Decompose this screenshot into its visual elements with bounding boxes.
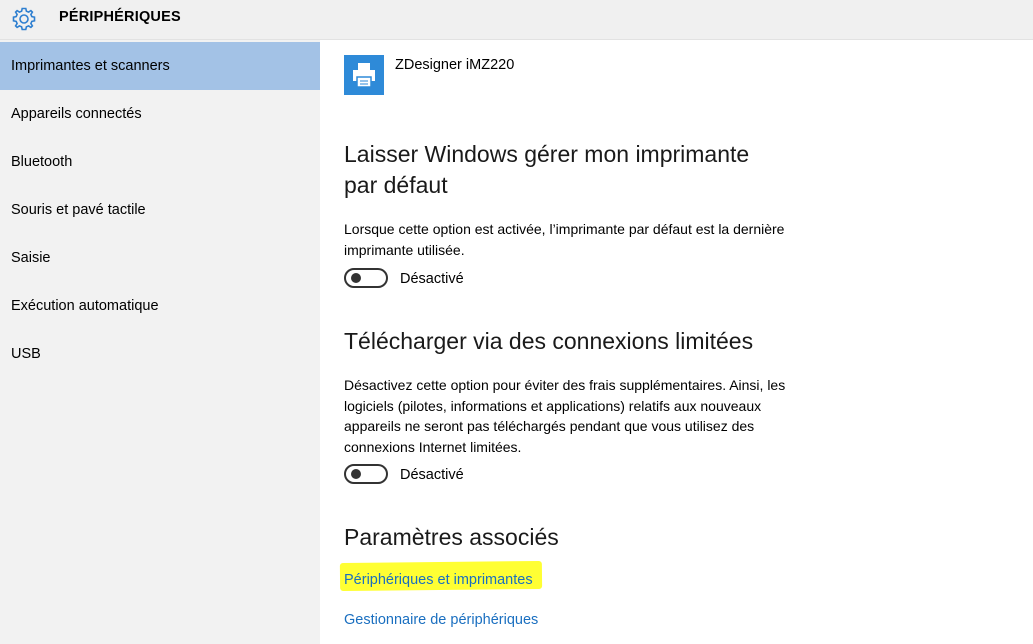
default-printer-toggle-state: Désactivé — [400, 271, 464, 287]
toggle-knob — [351, 273, 361, 283]
sidebar-item-label: Imprimantes et scanners — [11, 58, 170, 74]
metered-connection-toggle-state: Désactivé — [400, 467, 464, 483]
app-header: PÉRIPHÉRIQUES — [0, 0, 1033, 40]
toggle-knob — [351, 469, 361, 479]
sidebar-item-label: Souris et pavé tactile — [11, 202, 146, 218]
sidebar-item-connected-devices[interactable]: Appareils connectés — [0, 90, 320, 138]
devices-printers-link[interactable]: Périphériques et imprimantes — [344, 572, 533, 588]
metered-connection-toggle[interactable] — [344, 464, 388, 484]
printer-name[interactable]: ZDesigner iMZ220 — [395, 57, 514, 73]
sidebar-item-typing[interactable]: Saisie — [0, 234, 320, 282]
sidebar-item-mouse-touchpad[interactable]: Souris et pavé tactile — [0, 186, 320, 234]
sidebar-item-bluetooth[interactable]: Bluetooth — [0, 138, 320, 186]
printer-icon[interactable] — [344, 55, 384, 95]
page-title: PÉRIPHÉRIQUES — [59, 9, 181, 25]
metered-connection-description: Désactivez cette option pour éviter des … — [344, 377, 786, 455]
sidebar-item-label: Appareils connectés — [11, 106, 142, 122]
related-settings-heading: Paramètres associés — [344, 524, 559, 550]
device-manager-link[interactable]: Gestionnaire de périphériques — [344, 612, 538, 628]
sidebar-item-printers-scanners[interactable]: Imprimantes et scanners — [0, 42, 320, 90]
sidebar: Imprimantes et scanners Appareils connec… — [0, 40, 320, 644]
metered-connection-heading: Télécharger via des connexions limitées — [344, 328, 754, 354]
sidebar-item-label: Bluetooth — [11, 154, 73, 170]
default-printer-description: Lorsque cette option est activée, l’impr… — [344, 221, 785, 258]
sidebar-item-label: USB — [11, 346, 41, 362]
default-printer-toggle[interactable] — [344, 268, 388, 288]
sidebar-item-usb[interactable]: USB — [0, 330, 320, 378]
default-printer-heading: Laisser Windows gérer mon imprimante par… — [344, 141, 750, 198]
sidebar-item-label: Exécution automatique — [11, 298, 159, 314]
main-content: ZDesigner iMZ220 Laisser Windows gérer m… — [320, 40, 1033, 644]
sidebar-item-autoplay[interactable]: Exécution automatique — [0, 282, 320, 330]
gear-icon[interactable] — [11, 6, 37, 32]
sidebar-item-label: Saisie — [11, 250, 51, 266]
